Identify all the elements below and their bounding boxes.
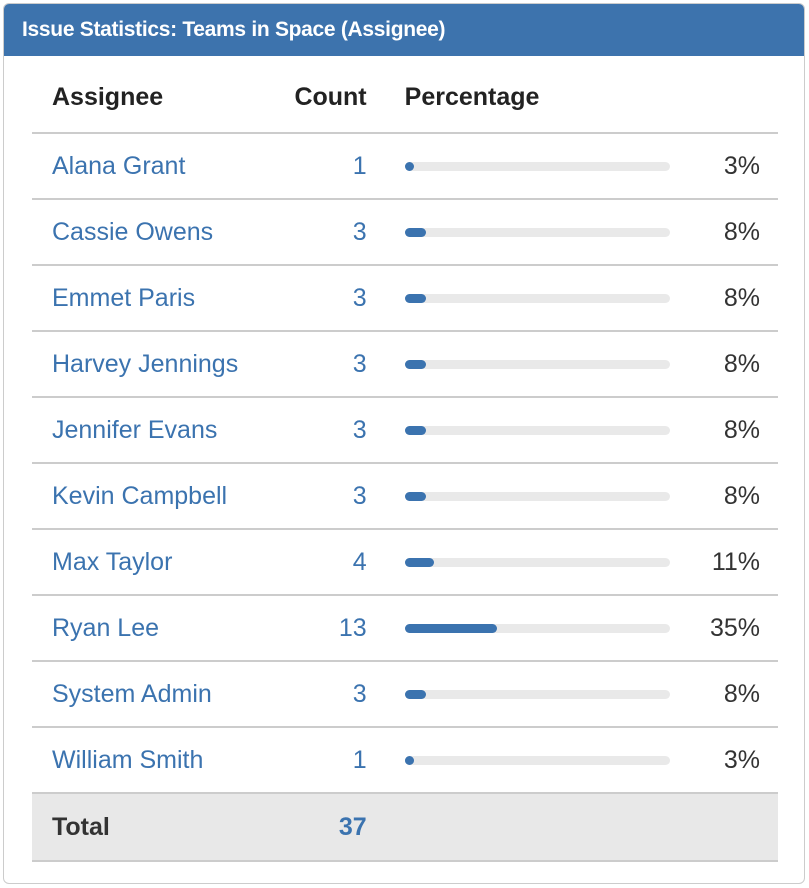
percentage-bar-fill [404, 359, 426, 369]
percentage-value: 8% [709, 661, 778, 728]
table-row: System Admin 3 8% [32, 661, 778, 728]
total-count-link[interactable]: 37 [339, 813, 367, 841]
percentage-bar-track [404, 491, 670, 501]
count-link[interactable]: 1 [353, 746, 367, 774]
table-row: Jennifer Evans 3 8% [32, 397, 778, 464]
percentage-bar-fill [404, 689, 426, 699]
percentage-value: 35% [709, 595, 778, 662]
percentage-bar-fill [404, 557, 434, 567]
count-link[interactable]: 13 [339, 614, 367, 642]
count-link[interactable]: 4 [353, 548, 367, 576]
percentage-value: 8% [709, 331, 778, 398]
percentage-bar-track [404, 161, 670, 171]
count-link[interactable]: 3 [353, 350, 367, 378]
percentage-bar-track [404, 755, 670, 765]
percentage-value: 3% [709, 133, 778, 200]
column-header-percentage: Percentage [366, 62, 710, 134]
table-row: Alana Grant 1 3% [32, 133, 778, 200]
count-link[interactable]: 3 [353, 218, 367, 246]
count-link[interactable]: 3 [353, 680, 367, 708]
percentage-bar-track [404, 359, 670, 369]
statistics-table: Assignee Count Percentage Alana Grant 1 3%… [32, 62, 778, 862]
total-label: Total [32, 793, 270, 862]
percentage-bar-fill [404, 293, 426, 303]
total-row: Total 37 [32, 793, 778, 862]
table-header-row: Assignee Count Percentage [32, 62, 778, 134]
assignee-link[interactable]: Jennifer Evans [52, 416, 217, 444]
table-row: Ryan Lee 13 35% [32, 595, 778, 662]
percentage-bar-track [404, 689, 670, 699]
percentage-value: 8% [709, 199, 778, 266]
percentage-bar-fill [404, 623, 498, 633]
assignee-link[interactable]: Max Taylor [52, 548, 172, 576]
percentage-bar-fill [404, 227, 426, 237]
percentage-bar-track [404, 293, 670, 303]
percentage-bar-track [404, 425, 670, 435]
assignee-link[interactable]: Ryan Lee [52, 614, 159, 642]
table-row: Cassie Owens 3 8% [32, 199, 778, 266]
column-header-assignee: Assignee [32, 62, 270, 134]
count-link[interactable]: 3 [353, 482, 367, 510]
count-link[interactable]: 1 [353, 152, 367, 180]
count-link[interactable]: 3 [353, 284, 367, 312]
percentage-bar-fill [404, 755, 414, 765]
percentage-value: 8% [709, 463, 778, 530]
percentage-value: 3% [709, 727, 778, 794]
table-row: Harvey Jennings 3 8% [32, 331, 778, 398]
table-row: William Smith 1 3% [32, 727, 778, 794]
table-row: Max Taylor 4 11% [32, 529, 778, 596]
gadget-title: Issue Statistics: Teams in Space (Assign… [4, 4, 804, 56]
assignee-link[interactable]: System Admin [52, 680, 212, 708]
percentage-value: 11% [709, 529, 778, 596]
table-row: Kevin Campbell 3 8% [32, 463, 778, 530]
column-header-count: Count [269, 62, 367, 134]
assignee-link[interactable]: Cassie Owens [52, 218, 213, 246]
issue-statistics-gadget: Issue Statistics: Teams in Space (Assign… [3, 3, 805, 884]
percentage-bar-track [404, 227, 670, 237]
assignee-link[interactable]: Harvey Jennings [52, 350, 238, 378]
assignee-link[interactable]: Kevin Campbell [52, 482, 227, 510]
assignee-link[interactable]: William Smith [52, 746, 203, 774]
assignee-link[interactable]: Emmet Paris [52, 284, 195, 312]
percentage-bar-track [404, 623, 670, 633]
percentage-value: 8% [709, 397, 778, 464]
percentage-bar-fill [404, 425, 426, 435]
percentage-value: 8% [709, 265, 778, 332]
count-link[interactable]: 3 [353, 416, 367, 444]
percentage-bar-track [404, 557, 670, 567]
column-header-percent-value [709, 62, 778, 134]
assignee-link[interactable]: Alana Grant [52, 152, 185, 180]
percentage-bar-fill [404, 161, 414, 171]
table-row: Emmet Paris 3 8% [32, 265, 778, 332]
percentage-bar-fill [404, 491, 426, 501]
